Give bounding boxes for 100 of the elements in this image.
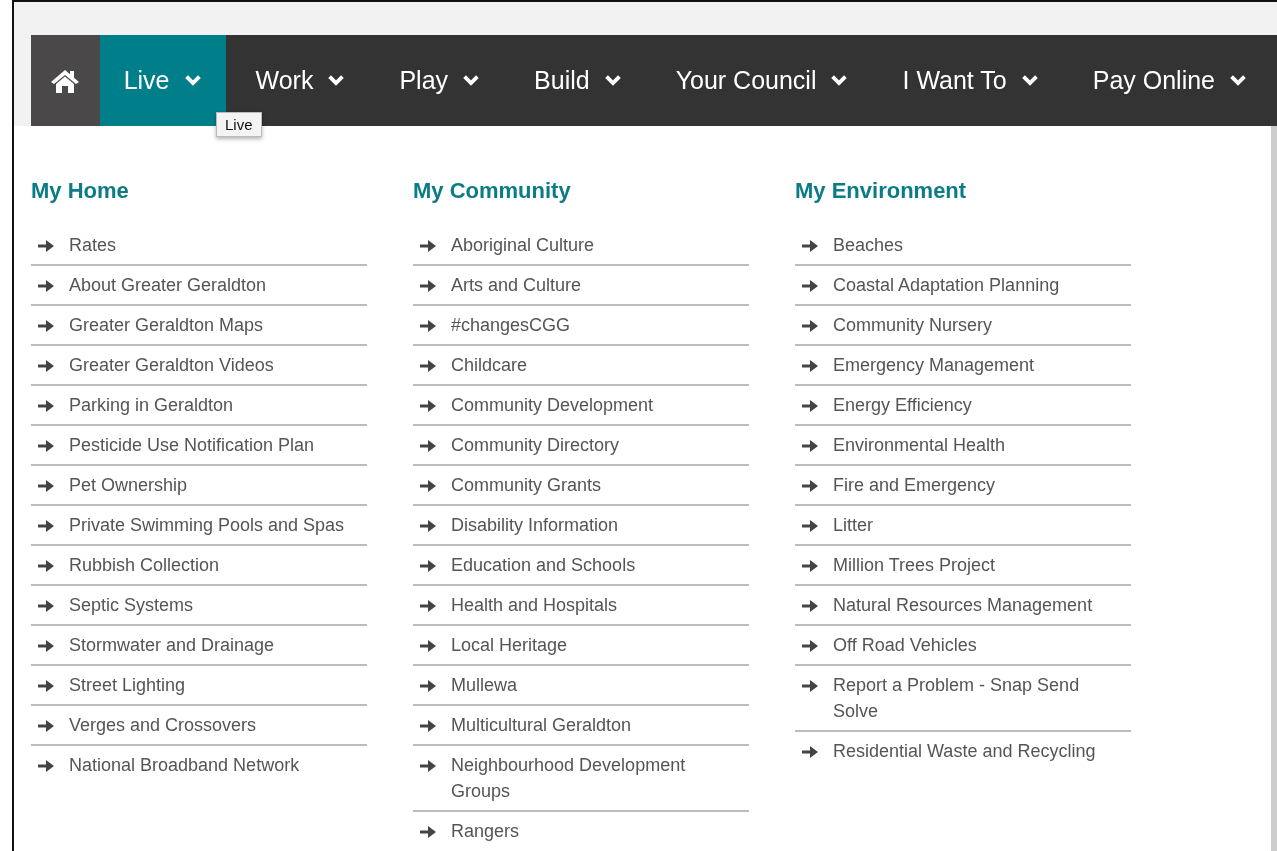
- menu-link[interactable]: Community Directory: [413, 426, 749, 466]
- arrow-right-icon: [37, 679, 55, 693]
- menu-link[interactable]: Rangers: [413, 812, 749, 850]
- nav-tab[interactable]: Pay Online: [1068, 35, 1271, 126]
- arrow-right-icon: [419, 359, 437, 373]
- menu-link[interactable]: Energy Efficiency: [795, 386, 1131, 426]
- arrow-right-icon: [37, 519, 55, 533]
- menu-link[interactable]: Emergency Management: [795, 346, 1131, 386]
- arrow-right-icon: [801, 319, 819, 333]
- menu-link[interactable]: Greater Geraldton Maps: [31, 306, 367, 346]
- menu-link[interactable]: Local Heritage: [413, 626, 749, 666]
- arrow-right-icon: [801, 239, 819, 253]
- menu-link[interactable]: Education and Schools: [413, 546, 749, 586]
- nav-tab[interactable]: I Want To: [878, 35, 1063, 126]
- chevron-down-icon: [1020, 74, 1039, 87]
- menu-link[interactable]: National Broadband Network: [31, 746, 367, 784]
- arrow-right-icon: [801, 745, 819, 759]
- menu-link[interactable]: Septic Systems: [31, 586, 367, 626]
- menu-link[interactable]: Neighbourhood Development Groups: [413, 746, 749, 812]
- home-button[interactable]: [31, 35, 100, 126]
- section-heading: My Environment: [795, 178, 968, 204]
- arrow-right-icon: [419, 239, 437, 253]
- arrow-right-icon: [37, 319, 55, 333]
- menu-link[interactable]: Aboriginal Culture: [413, 226, 749, 266]
- arrow-right-icon: [419, 319, 437, 333]
- menu-link[interactable]: Disability Information: [413, 506, 749, 546]
- menu-link[interactable]: Natural Resources Management: [795, 586, 1131, 626]
- chevron-down-icon: [462, 74, 481, 87]
- arrow-right-icon: [419, 679, 437, 693]
- menu-link[interactable]: Mullewa: [413, 666, 749, 706]
- menu-link[interactable]: Verges and Crossovers: [31, 706, 367, 746]
- tooltip: Live: [216, 112, 262, 137]
- chevron-down-icon: [1229, 74, 1247, 87]
- menu-link[interactable]: Report a Problem - Snap Send Solve: [795, 666, 1131, 732]
- chevron-down-icon: [327, 74, 346, 87]
- arrow-right-icon: [801, 639, 819, 653]
- menu-link[interactable]: Beaches: [795, 226, 1131, 266]
- menu-link[interactable]: Coastal Adaptation Planning: [795, 266, 1131, 306]
- arrow-right-icon: [801, 399, 819, 413]
- arrow-right-icon: [37, 359, 55, 373]
- menu-link[interactable]: Off Road Vehicles: [795, 626, 1131, 666]
- arrow-right-icon: [801, 519, 819, 533]
- nav-tab[interactable]: Live: [99, 35, 226, 126]
- menu-link[interactable]: Pet Ownership: [31, 466, 367, 506]
- arrow-right-icon: [37, 719, 55, 733]
- arrow-right-icon: [37, 439, 55, 453]
- menu-link[interactable]: Health and Hospitals: [413, 586, 749, 626]
- arrow-right-icon: [419, 559, 437, 573]
- menu-link[interactable]: Litter: [795, 506, 1131, 546]
- chevron-down-icon: [603, 74, 622, 87]
- menu-link[interactable]: Parking in Geraldton: [31, 386, 367, 426]
- arrow-right-icon: [419, 279, 437, 293]
- arrow-right-icon: [419, 519, 437, 533]
- arrow-right-icon: [37, 759, 55, 773]
- menu-link[interactable]: Pesticide Use Notification Plan: [31, 426, 367, 466]
- menu-link[interactable]: Stormwater and Drainage: [31, 626, 367, 666]
- nav-tab[interactable]: Build: [510, 35, 646, 126]
- arrow-right-icon: [419, 479, 437, 493]
- menu-link[interactable]: Residential Waste and Recycling: [795, 732, 1131, 770]
- menu-link[interactable]: Community Development: [413, 386, 749, 426]
- menu-link[interactable]: Million Trees Project: [795, 546, 1131, 586]
- section-heading: My Home: [31, 178, 130, 204]
- chevron-down-icon: [183, 74, 202, 87]
- arrow-right-icon: [37, 559, 55, 573]
- arrow-right-icon: [801, 599, 819, 613]
- nav-tab[interactable]: Your Council: [651, 35, 873, 126]
- arrow-right-icon: [801, 679, 819, 693]
- arrow-right-icon: [37, 639, 55, 653]
- home-icon: [50, 67, 81, 94]
- menu-link[interactable]: About Greater Geraldton: [31, 266, 367, 306]
- menu-link[interactable]: #changesCGG: [413, 306, 749, 346]
- menu-link[interactable]: Arts and Culture: [413, 266, 749, 306]
- section-heading: My Community: [413, 178, 572, 204]
- menu-link[interactable]: Community Grants: [413, 466, 749, 506]
- menu-link[interactable]: Private Swimming Pools and Spas: [31, 506, 367, 546]
- menu-link[interactable]: Childcare: [413, 346, 749, 386]
- chevron-down-icon: [830, 74, 849, 87]
- menu-link[interactable]: Environmental Health: [795, 426, 1131, 466]
- arrow-right-icon: [37, 279, 55, 293]
- arrow-right-icon: [801, 279, 819, 293]
- menu-link[interactable]: Street Lighting: [31, 666, 367, 706]
- nav-tab[interactable]: Play: [375, 35, 505, 126]
- arrow-right-icon: [37, 399, 55, 413]
- arrow-right-icon: [37, 239, 55, 253]
- menu-link[interactable]: Fire and Emergency: [795, 466, 1131, 506]
- arrow-right-icon: [801, 359, 819, 373]
- menu-link[interactable]: Greater Geraldton Videos: [31, 346, 367, 386]
- arrow-right-icon: [419, 759, 437, 773]
- arrow-right-icon: [419, 599, 437, 613]
- menu-link[interactable]: Multicultural Geraldton: [413, 706, 749, 746]
- arrow-right-icon: [801, 479, 819, 493]
- arrow-right-icon: [37, 599, 55, 613]
- arrow-right-icon: [419, 639, 437, 653]
- menu-link[interactable]: Rates: [31, 226, 367, 266]
- arrow-right-icon: [419, 399, 437, 413]
- arrow-right-icon: [37, 479, 55, 493]
- menu-link[interactable]: Rubbish Collection: [31, 546, 367, 586]
- arrow-right-icon: [419, 439, 437, 453]
- menu-link[interactable]: Community Nursery: [795, 306, 1131, 346]
- arrow-right-icon: [419, 719, 437, 733]
